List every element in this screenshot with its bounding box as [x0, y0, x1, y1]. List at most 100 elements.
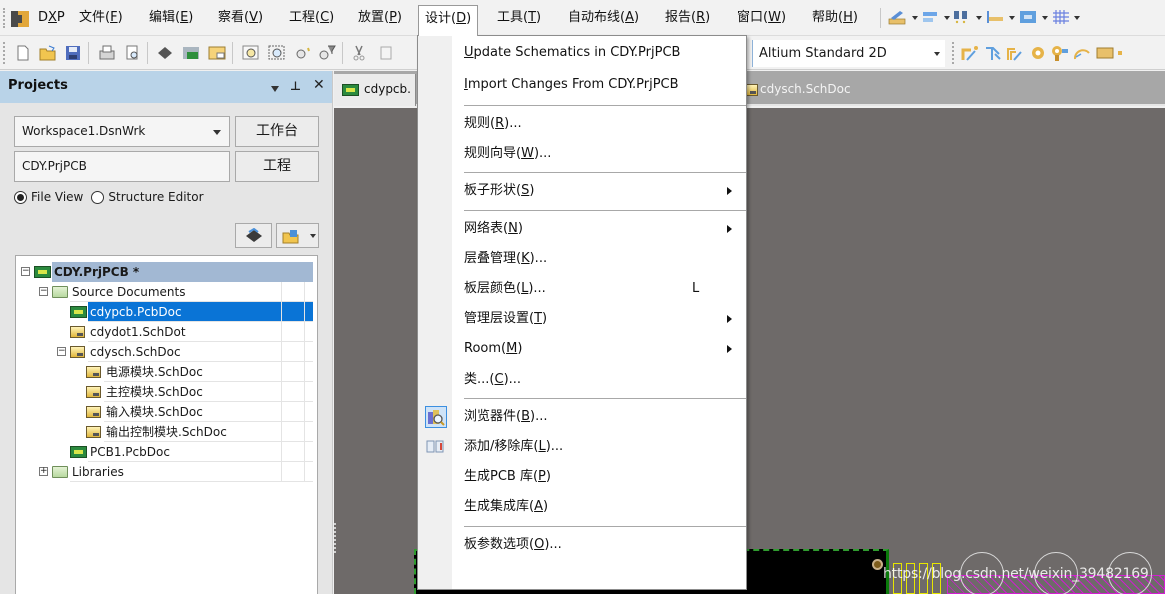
menu-a[interactable]: 自动布线(A)	[562, 7, 645, 29]
menu-h[interactable]: 帮助(H)	[806, 7, 864, 29]
zoom-fit-icon[interactable]	[242, 45, 260, 61]
chevron-down-icon[interactable]	[1009, 16, 1015, 20]
component-chip-icon[interactable]	[156, 45, 174, 61]
window-panel-icon[interactable]	[208, 45, 226, 61]
menu-item-16[interactable]: 添加/移除库(L)...	[452, 432, 746, 462]
menu-item-9[interactable]: 层叠管理(K)...	[452, 244, 746, 274]
toolbar-grip[interactable]	[3, 42, 6, 64]
arc-icon[interactable]	[1073, 45, 1091, 61]
cut-icon[interactable]	[350, 45, 368, 61]
project-button[interactable]: 工程	[235, 151, 319, 182]
menu-p[interactable]: 放置(P)	[352, 7, 408, 29]
measure-ruler-icon[interactable]	[888, 9, 906, 25]
menu-item-18[interactable]: 生成集成库(A)	[452, 492, 746, 522]
menu-c[interactable]: 工程(C)	[283, 7, 340, 29]
print-icon[interactable]	[98, 45, 116, 61]
pad-icon[interactable]	[1050, 45, 1068, 61]
project-field[interactable]: CDY.PrjPCB	[14, 151, 230, 182]
menu-item-11[interactable]: 管理层设置(T)	[452, 304, 746, 334]
menu-dxp[interactable]: DXP	[32, 7, 71, 29]
room-icon[interactable]	[1019, 9, 1037, 25]
chevron-down-icon[interactable]	[912, 16, 918, 20]
save-icon[interactable]	[64, 45, 82, 61]
file-view-label[interactable]: File View	[31, 190, 83, 204]
menu-item-6[interactable]: 板子形状(S)	[452, 176, 746, 206]
splitter-grip[interactable]	[334, 523, 336, 553]
collapse-icon[interactable]: −	[21, 267, 30, 276]
tree-item[interactable]: 电源模块.SchDoc	[16, 362, 313, 382]
menu-item-15[interactable]: 浏览器件(B)...	[452, 402, 746, 432]
menu-item-8[interactable]: 网络表(N)	[452, 214, 746, 244]
view-mode-select[interactable]: Altium Standard 2D	[752, 40, 945, 67]
tab-cdysch[interactable]: cdysch.SchDoc	[740, 74, 880, 106]
tree-item[interactable]: − Source Documents	[16, 282, 313, 302]
tree-item[interactable]: 输出控制模块.SchDoc	[16, 422, 313, 442]
multi-route-icon[interactable]	[1006, 45, 1024, 61]
tree-item[interactable]: 主控模块.SchDoc	[16, 382, 313, 402]
menubar-grip[interactable]	[3, 8, 6, 28]
chevron-down-icon[interactable]	[1042, 16, 1048, 20]
tree-item[interactable]: cdypcb.PcbDoc	[16, 302, 313, 322]
chevron-down-icon[interactable]	[976, 16, 982, 20]
panel-menu-icon[interactable]	[271, 81, 279, 95]
menu-w[interactable]: 窗口(W)	[731, 7, 792, 29]
expand-icon[interactable]: +	[39, 467, 48, 476]
menu-shortcut: L	[692, 281, 700, 296]
menu-item-10[interactable]: 板层颜色(L)... L	[452, 274, 746, 304]
structure-editor-label[interactable]: Structure Editor	[108, 190, 203, 204]
zoom-area-icon[interactable]	[268, 45, 286, 61]
menu-d[interactable]: 设计(D)	[418, 5, 479, 36]
open-folder-icon[interactable]	[39, 45, 57, 61]
dimension-icon[interactable]	[986, 9, 1004, 25]
chevron-down-icon[interactable]	[1074, 16, 1080, 20]
copy-icon[interactable]	[378, 45, 396, 61]
menu-item-17[interactable]: 生成PCB 库(P)	[452, 462, 746, 492]
align-icon[interactable]	[921, 9, 939, 25]
tree-item[interactable]: + Libraries	[16, 462, 313, 482]
tree-item[interactable]: PCB1.PcbDoc	[16, 442, 313, 462]
menu-item-12[interactable]: Room(M)	[452, 334, 746, 364]
collapse-icon[interactable]: −	[39, 287, 48, 296]
structure-editor-radio[interactable]	[91, 190, 105, 204]
menu-f[interactable]: 文件(F)	[73, 7, 129, 29]
menu-item-4[interactable]: 规则向导(W)...	[452, 139, 746, 169]
tree-item[interactable]: − cdysch.SchDoc	[16, 342, 313, 362]
more-tools-icon[interactable]	[1117, 45, 1127, 61]
compile-button[interactable]	[235, 223, 272, 248]
project-options-button[interactable]	[276, 223, 319, 248]
view-mode-value: Altium Standard 2D	[759, 46, 887, 61]
tab-label: cdysch.SchDoc	[760, 82, 851, 96]
menu-item-20[interactable]: 板参数选项(O)...	[452, 530, 746, 560]
toolbar-grip[interactable]	[952, 42, 955, 64]
chevron-down-icon[interactable]	[944, 16, 950, 20]
menu-item-0[interactable]: Update Schematics in CDY.PrjPCB	[452, 38, 746, 68]
filter-zoom-icon[interactable]	[318, 45, 336, 61]
menu-item-3[interactable]: 规则(R)...	[452, 109, 746, 139]
pin-icon[interactable]: ⊥	[290, 79, 301, 93]
find-binoculars-icon[interactable]	[952, 9, 970, 25]
workspace-button[interactable]: 工作台	[235, 116, 319, 147]
diff-pair-route-icon[interactable]	[984, 45, 1002, 61]
file-view-radio[interactable]	[14, 190, 27, 204]
menu-item-13[interactable]: 类...(C)...	[452, 365, 746, 395]
via-icon[interactable]	[1029, 45, 1047, 61]
menu-item-1[interactable]: Import Changes From CDY.PrjPCB	[452, 70, 746, 100]
workspace-select[interactable]: Workspace1.DsnWrk	[14, 116, 230, 147]
menu-r[interactable]: 报告(R)	[659, 7, 716, 29]
print-preview-icon[interactable]	[124, 45, 142, 61]
tree-item[interactable]: 输入模块.SchDoc	[16, 402, 313, 422]
new-document-icon[interactable]	[14, 45, 32, 61]
menu-e[interactable]: 编辑(E)	[143, 7, 199, 29]
pcb-board-icon[interactable]	[182, 45, 200, 61]
grid-icon[interactable]	[1052, 9, 1070, 25]
fill-icon[interactable]	[1096, 45, 1114, 61]
close-icon[interactable]: ✕	[313, 77, 325, 93]
tree-item[interactable]: cdydot1.SchDot	[16, 322, 313, 342]
tree-item[interactable]: − CDY.PrjPCB *	[16, 262, 313, 282]
tab-cdypcb[interactable]: cdypcb.	[334, 74, 416, 106]
menu-t[interactable]: 工具(T)	[491, 7, 547, 29]
interactive-route-icon[interactable]	[961, 45, 979, 61]
collapse-icon[interactable]: −	[57, 347, 66, 356]
menu-v[interactable]: 察看(V)	[212, 7, 269, 29]
zoom-selected-icon[interactable]	[294, 45, 312, 61]
